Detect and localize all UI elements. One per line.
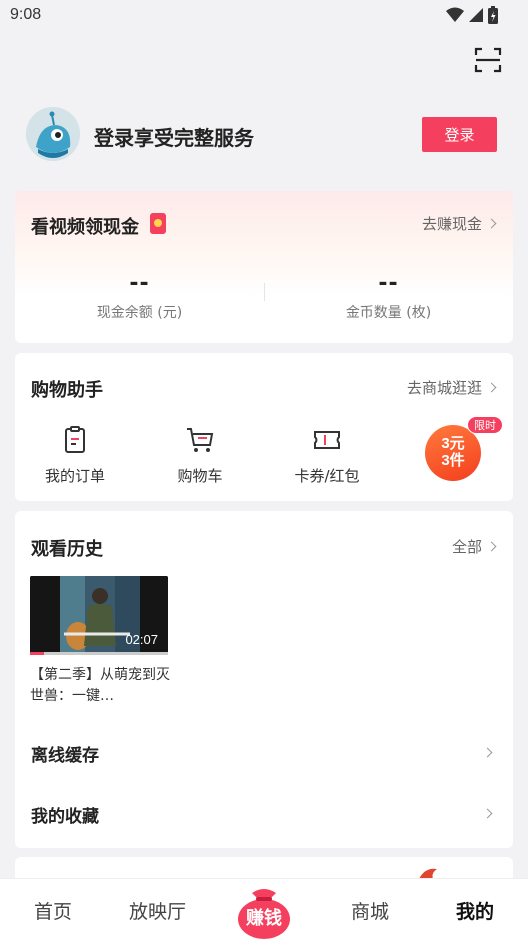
my-orders-label: 我的订单 — [44, 467, 105, 485]
my-favorites-row[interactable]: 我的收藏 — [15, 794, 513, 834]
video-title[interactable]: 【第二季】从萌宠到灭世兽：一键… — [30, 665, 170, 707]
cart-icon — [187, 428, 214, 452]
shopping-card-title: 购物助手 — [31, 380, 103, 401]
history-all-link-label: 全部 — [451, 538, 482, 556]
cash-card-title: 看视频领现金 — [31, 217, 139, 238]
battery-icon — [488, 6, 498, 24]
coin-count-value: -- — [378, 271, 399, 296]
tab-mall[interactable]: 商城 — [351, 897, 389, 924]
wifi-icon — [446, 7, 464, 22]
chevron-right-icon — [486, 218, 497, 229]
chevron-right-icon — [482, 747, 493, 758]
video-thumbnail[interactable]: 02:07 — [30, 576, 168, 654]
mascot-avatar-icon — [26, 107, 80, 161]
offline-cache-row[interactable]: 离线缓存 — [15, 733, 513, 773]
watch-progress-bar — [30, 652, 168, 655]
go-mall-link[interactable]: 去商城逛逛 — [406, 377, 497, 398]
cash-balance-label: 现金余额 (元) — [96, 305, 183, 321]
limited-time-badge: 限时 — [467, 416, 503, 434]
go-mall-link-label: 去商城逛逛 — [406, 379, 482, 397]
login-prompt[interactable]: 登录享受完整服务 — [94, 122, 254, 151]
cash-card: 看视频领现金 去赚现金 -- 现金余额 (元) -- 金币数量 (枚) — [15, 191, 513, 343]
offline-cache-label: 离线缓存 — [31, 746, 99, 766]
earn-cash-link[interactable]: 去赚现金 — [421, 213, 497, 234]
coupons-label: 卡券/红包 — [294, 467, 360, 485]
shopping-card: 购物助手 去商城逛逛 我的订单 购物车 卡券/红包 3元 3件 限时 — [15, 353, 513, 501]
login-button[interactable]: 登录 — [422, 117, 497, 152]
coin-count-label: 金币数量 (枚) — [345, 305, 432, 321]
order-icon — [65, 426, 85, 453]
my-favorites-label: 我的收藏 — [31, 807, 99, 827]
watch-history-card: 观看历史 全部 02:07 【第二季】从萌宠到灭世兽：一键… 离线缓存 我的收藏 — [15, 511, 513, 848]
history-all-link[interactable]: 全部 — [451, 536, 497, 557]
bottom-tab-bar: 首页 放映厅 赚钱 商城 我的 — [0, 878, 528, 939]
status-time: 9:08 — [10, 6, 42, 23]
profile-header: 登录享受完整服务 登录 — [26, 107, 506, 163]
watch-progress-fill — [30, 652, 44, 655]
scan-icon[interactable] — [474, 46, 502, 74]
tab-theater[interactable]: 放映厅 — [129, 897, 186, 924]
status-bar: 9:08 — [0, 0, 528, 32]
promo-line2: 3件 — [441, 452, 465, 469]
cart-label: 购物车 — [177, 467, 223, 485]
promo-line1: 3元 — [441, 435, 465, 452]
tab-mine[interactable]: 我的 — [456, 897, 494, 924]
signal-icon — [469, 8, 483, 22]
cash-balance-value: -- — [129, 271, 150, 296]
chevron-right-icon — [482, 808, 493, 819]
coin-count-stat[interactable]: -- 金币数量 (枚) — [264, 271, 513, 322]
chevron-right-icon — [486, 382, 497, 393]
my-orders-button[interactable]: 我的订单 — [15, 425, 135, 486]
red-packet-icon — [150, 213, 166, 234]
tab-earn[interactable]: 赚钱 — [236, 883, 292, 939]
video-duration: 02:07 — [125, 632, 158, 647]
status-icons — [446, 6, 498, 24]
cash-balance-stat[interactable]: -- 现金余额 (元) — [15, 271, 264, 322]
cart-button[interactable]: 购物车 — [140, 425, 260, 486]
tab-home[interactable]: 首页 — [34, 897, 72, 924]
earn-cash-link-label: 去赚现金 — [421, 215, 482, 233]
coupon-icon — [314, 431, 340, 449]
chevron-right-icon — [486, 541, 497, 552]
coupons-button[interactable]: 卡券/红包 — [267, 425, 387, 486]
avatar[interactable] — [26, 107, 80, 161]
history-card-title: 观看历史 — [31, 539, 103, 560]
tab-earn-label: 赚钱 — [246, 908, 282, 929]
